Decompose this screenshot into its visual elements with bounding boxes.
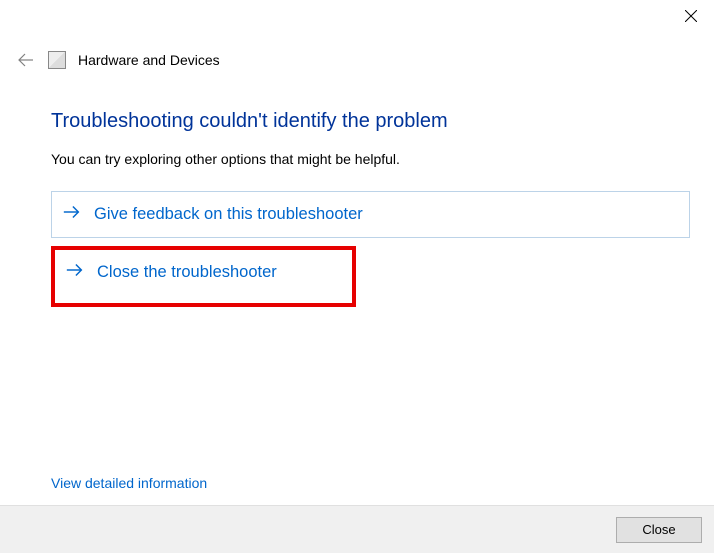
option-label: Close the troubleshooter [97,263,277,282]
close-troubleshooter-option[interactable]: Close the troubleshooter [57,256,350,289]
close-icon [685,10,697,22]
arrow-right-icon [62,204,82,225]
header-title: Hardware and Devices [78,52,220,68]
back-button[interactable] [16,50,36,70]
back-arrow-icon [16,50,36,70]
window-close-button[interactable] [668,0,714,32]
close-button[interactable]: Close [616,517,702,543]
page-subtext: You can try exploring other options that… [51,151,690,167]
titlebar [668,0,714,32]
close-troubleshooter-highlight: Close the troubleshooter [51,246,356,307]
option-label: Give feedback on this troubleshooter [94,205,363,224]
view-detailed-information-link[interactable]: View detailed information [51,475,207,491]
content-area: Troubleshooting couldn't identify the pr… [51,110,690,307]
arrow-right-icon [65,262,85,283]
give-feedback-option[interactable]: Give feedback on this troubleshooter [51,191,690,238]
footer: Close [0,505,714,553]
page-title: Troubleshooting couldn't identify the pr… [51,110,690,133]
hardware-devices-icon [48,51,66,69]
header: Hardware and Devices [16,50,698,70]
